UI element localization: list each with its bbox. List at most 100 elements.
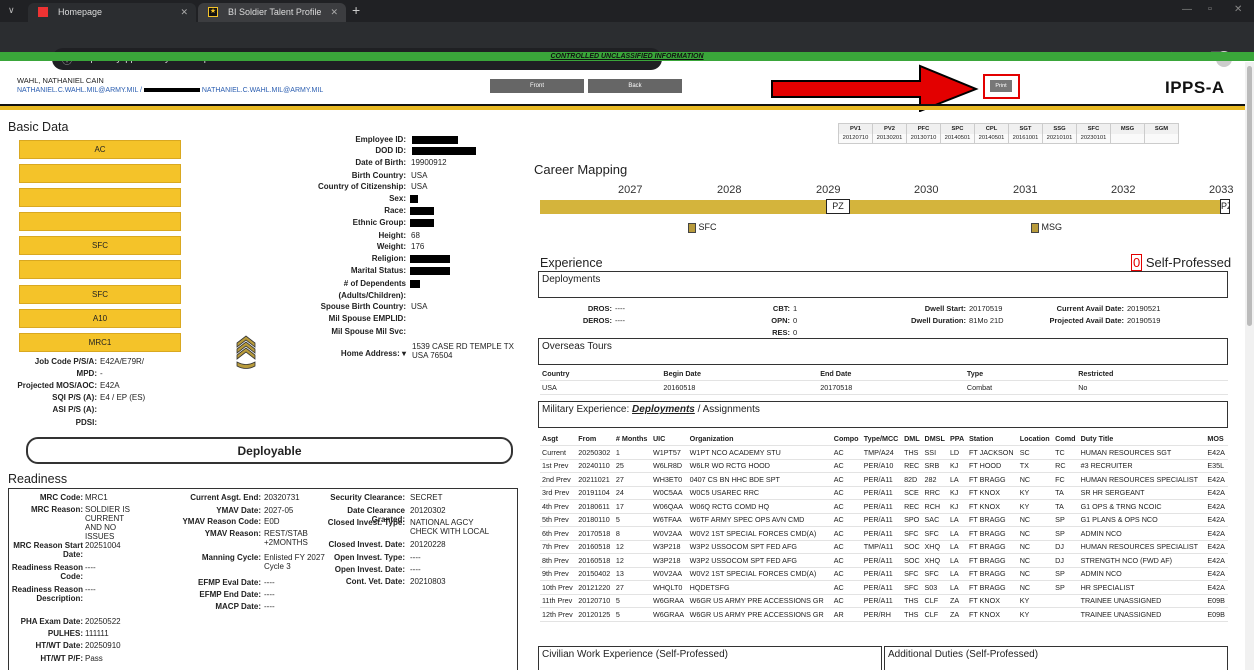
restore-icon[interactable]: ▫ [1208, 3, 1212, 15]
field-label: (Adults/Children): [338, 291, 406, 300]
job-field-label: SQI P/S (A): [52, 393, 97, 402]
redacted-value [410, 280, 420, 288]
assignment-cell: 8 [615, 528, 620, 538]
assignment-header: PPA [949, 434, 965, 443]
close-tab-icon[interactable]: ✕ [180, 7, 188, 18]
assignment-cell: FT BRAGG [968, 555, 1006, 565]
tab-menu-icon[interactable]: ∨ [8, 5, 15, 16]
overseas-header: Type [966, 369, 984, 378]
deployable-status: Deployable [26, 437, 513, 464]
field-value: USA [411, 302, 428, 311]
assignment-cell: WH3ET0 [652, 474, 683, 484]
minimize-icon[interactable]: — [1182, 4, 1192, 15]
assignment-header: Type/MCC [863, 434, 899, 443]
readiness-value: 20250910 [85, 641, 121, 650]
readiness-value: SECRET [410, 493, 443, 502]
assignment-row[interactable]: 4th Prev 20180611 17 W06QAA W06Q RCTG COMD H… [540, 500, 1228, 513]
self-professed-count: 0 [1131, 254, 1143, 271]
new-tab-button[interactable]: + [352, 2, 360, 18]
field-label: Country of Citizenship: [318, 182, 406, 191]
scrollbar-thumb[interactable] [1247, 66, 1252, 326]
assignment-cell: FT KNOX [968, 501, 1001, 511]
assignment-row[interactable]: 1st Prev 20240110 25 W6LR8D W6LR WO RCTG HOO… [540, 459, 1228, 473]
pz-marker-end[interactable]: PZ [1220, 199, 1230, 214]
assignment-row[interactable]: 6th Prev 20170518 8 W0V2AA W0V2 1ST SPECIAL … [540, 527, 1228, 540]
assignment-cell: ADMIN NCO [1080, 528, 1122, 538]
front-button[interactable]: Front [490, 79, 584, 93]
readiness-label: Readiness Reason Code: [11, 563, 83, 581]
assignment-cell: DJ [1055, 542, 1064, 552]
readiness-value: ---- [264, 602, 275, 611]
field-value: 68 [411, 231, 420, 240]
assignment-row[interactable]: 2nd Prev 20211021 27 WH3ET0 0407 CS BN HHC B… [540, 473, 1228, 486]
assignment-cell: REC [904, 501, 920, 511]
status-box [19, 188, 181, 207]
deployments-link[interactable]: Deployments [632, 404, 695, 415]
job-field-value: E42A/E79R/ [100, 357, 145, 366]
deployment-label: RES: [772, 328, 790, 337]
redacted-value [412, 147, 476, 155]
assignment-cell: 12th Prev [542, 609, 573, 619]
deployment-label: DROS: [587, 304, 612, 313]
address-bar-row: ← ↻ ⓘ https://my.ippsa.army.mil/bi/stp/s… [0, 22, 1254, 70]
header-email-2[interactable]: NATHANIEL.C.WAHL.MIL@ARMY.MIL [202, 87, 323, 94]
home-address-label[interactable]: Home Address: ▾ [341, 349, 406, 358]
assignment-row[interactable]: 5th Prev 20180110 5 W6TFAA W6TF ARMY SPEC OP… [540, 513, 1228, 527]
assignment-cell [1053, 608, 1078, 622]
back-button[interactable]: Back [588, 79, 682, 93]
assignment-row[interactable]: 3rd Prev 20191104 24 W0C5AA W0C5 USAREC RRC A… [540, 486, 1228, 500]
assignment-header: Duty Title [1080, 434, 1114, 443]
header-email-1[interactable]: NATHANIEL.C.WAHL.MIL@ARMY.MIL / [17, 87, 142, 94]
assignment-cell: SP [1055, 528, 1065, 538]
assignment-row[interactable]: 8th Prev 20160518 12 W3P218 W3P2 USSOCOM SPT… [540, 554, 1228, 567]
pz-marker[interactable]: PZ [826, 199, 850, 214]
job-field-label: Job Code P/S/A: [34, 357, 97, 366]
tab-bi-soldier-talent-profile[interactable]: ★ BI Soldier Talent Profile ✕ [198, 3, 346, 22]
assignment-cell: W6LR WO RCTG HOOD [689, 461, 770, 471]
assignment-cell: THS [904, 447, 919, 457]
assignment-cell: STRENGTH NCO (FWD AF) [1080, 555, 1173, 565]
assignment-cell: LA [949, 569, 959, 579]
career-timeline-bar [540, 200, 1228, 214]
assignment-cell: E42A [1207, 488, 1225, 498]
assignment-cell: FT BRAGG [968, 542, 1006, 552]
assignment-cell: NC [1019, 582, 1031, 592]
assignment-cell: AC [833, 582, 844, 592]
field-label: Date of Birth: [355, 158, 406, 167]
assignment-cell: SFC [904, 569, 919, 579]
sfc-rank-insignia-icon [236, 335, 256, 369]
deployment-label: Projected Avail Date: [1049, 316, 1124, 325]
assignment-cell: TRAINEE UNASSIGNED [1080, 609, 1162, 619]
assignment-cell: NC [1019, 555, 1031, 565]
close-window-icon[interactable]: ✕ [1234, 4, 1242, 15]
overseas-cell: 20170518 [820, 382, 853, 392]
assignment-row[interactable]: 7th Prev 20160518 12 W3P218 W3P2 USSOCOM SPT… [540, 540, 1228, 554]
readiness-label: HT/WT Date: [35, 641, 83, 650]
ippsa-favicon-icon [38, 7, 48, 17]
self-professed-indicator[interactable]: 0 Self-Professed [1131, 254, 1231, 271]
assignment-cell: 5 [615, 609, 620, 619]
redaction-bar [143, 88, 200, 93]
assignments-link[interactable]: Assignments [703, 404, 760, 415]
rank-header: PV2 [872, 123, 907, 134]
status-box: AC [19, 140, 181, 159]
assignment-row[interactable]: Current 20250302 1 W1PT57 W1PT NCO ACADEMY S… [540, 446, 1228, 459]
page-scrollbar[interactable] [1245, 62, 1254, 670]
overseas-tours-title: Overseas Tours [542, 341, 612, 352]
assignment-cell: XHQ [924, 555, 941, 565]
close-tab-icon[interactable]: ✕ [330, 7, 338, 18]
assignment-cell: RRC [924, 488, 941, 498]
assignment-row[interactable]: 9th Prev 20150402 13 W0V2AA W0V2 1ST SPECIAL… [540, 567, 1228, 581]
assignment-cell: FT KNOX [968, 596, 1001, 606]
field-label: Birth Country: [351, 171, 406, 180]
assignment-cell: W3P218 [652, 542, 681, 552]
assignment-row[interactable]: 11th Prev 20120710 5 W6GRAA W6GR US ARMY PRE… [540, 594, 1228, 608]
job-field-label: PDSI: [75, 418, 97, 427]
civilian-work-title: Civilian Work Experience (Self-Professed… [542, 649, 728, 660]
assignment-row[interactable]: 12th Prev 20120125 5 W6GRAA W6GR US ARMY PRE… [540, 608, 1228, 622]
deployment-label: CBT: [772, 304, 790, 313]
assignment-row[interactable]: 10th Prev 20121220 27 WHQLT0 HQDETSFG AC PER/A… [540, 581, 1228, 594]
tab-homepage[interactable]: Homepage ✕ [28, 3, 196, 22]
assignment-cell: 12 [615, 542, 624, 552]
print-button[interactable]: Print [990, 80, 1012, 92]
